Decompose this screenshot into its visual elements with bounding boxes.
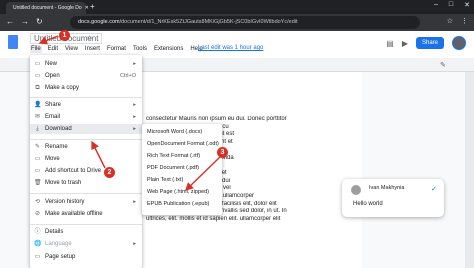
arrow-to-file-menu (38, 35, 59, 45)
annotation-badge-1: 1 (59, 30, 70, 41)
annotation-badge-2: 2 (104, 167, 115, 178)
annotation-badge-3: 3 (217, 147, 228, 158)
annotation-arrows (38, 35, 221, 191)
arrow-to-download (91, 140, 106, 169)
arrow-to-html-option (184, 156, 221, 191)
